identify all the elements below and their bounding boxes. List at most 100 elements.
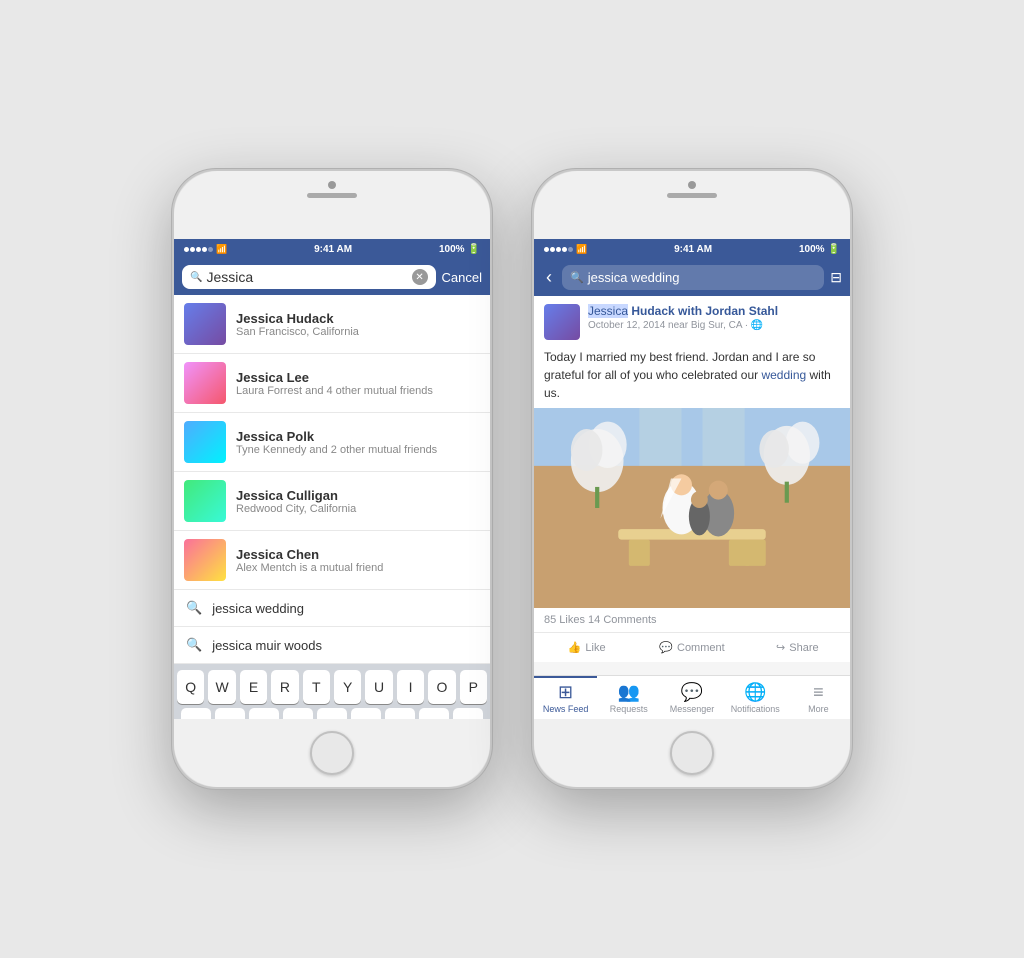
keyboard-row-1: Q W E R T Y U I O P xyxy=(177,670,487,704)
post-card: Jessica Hudack with Jordan Stahl October… xyxy=(534,296,850,662)
search-bar: 🔍 Jessica ✕ Cancel xyxy=(174,259,490,295)
dot3 xyxy=(196,247,201,252)
post-body: Today I married my best friend. Jordan a… xyxy=(534,344,850,408)
comment-button[interactable]: 💬 Comment xyxy=(639,637,744,658)
status-signal: 📶 xyxy=(184,244,227,255)
key-y[interactable]: Y xyxy=(334,670,361,704)
result-info: Jessica Hudack San Francisco, California xyxy=(236,311,359,338)
filter-icon[interactable]: ⊟ xyxy=(830,269,842,286)
list-item[interactable]: Jessica Lee Laura Forrest and 4 other mu… xyxy=(174,354,490,413)
key-q[interactable]: Q xyxy=(177,670,204,704)
back-button[interactable]: ‹ xyxy=(542,267,556,288)
wifi-icon: 📶 xyxy=(216,244,227,255)
post-actions: 👍 Like 💬 Comment ↪ Share xyxy=(534,633,850,662)
avatar xyxy=(184,303,226,345)
dot4 xyxy=(202,247,207,252)
status-time-left: 9:41 AM xyxy=(314,244,352,255)
search-query-text[interactable]: Jessica xyxy=(206,269,407,285)
phone-bottom-bar-right xyxy=(534,719,850,787)
wedding-svg xyxy=(534,408,850,608)
nav-item-notifications[interactable]: 🌐 Notifications xyxy=(724,676,787,719)
nav-active-indicator xyxy=(534,676,597,678)
result-name: Jessica Chen xyxy=(236,547,383,562)
rdot3 xyxy=(556,247,561,252)
key-r[interactable]: R xyxy=(271,670,298,704)
nav-item-messenger[interactable]: 💬 Messenger xyxy=(660,676,723,719)
messenger-label: Messenger xyxy=(670,704,715,714)
key-t[interactable]: T xyxy=(303,670,330,704)
key-j[interactable]: J xyxy=(385,708,415,719)
post-stats: 85 Likes 14 Comments xyxy=(534,608,850,633)
list-item[interactable]: Jessica Culligan Redwood City, Californi… xyxy=(174,472,490,531)
camera-left xyxy=(328,181,336,189)
post-area: Jessica Hudack with Jordan Stahl October… xyxy=(534,296,850,675)
like-button[interactable]: 👍 Like xyxy=(534,637,639,658)
signal-dots-right xyxy=(544,247,573,252)
phone-screen-left: 📶 9:41 AM 100% 🔋 🔍 Jessica ✕ Cancel Jess… xyxy=(174,239,490,719)
result-sub: Redwood City, California xyxy=(236,503,356,515)
keyboard: Q W E R T Y U I O P A S D F G H xyxy=(174,664,490,719)
key-h[interactable]: H xyxy=(351,708,381,719)
newsfeed-icon: ⊞ xyxy=(558,682,573,703)
fb-search-icon: 🔍 xyxy=(570,271,584,284)
key-o[interactable]: O xyxy=(428,670,455,704)
fb-search-input-wrap[interactable]: 🔍 jessica wedding xyxy=(562,265,824,290)
search-results-list: Jessica Hudack San Francisco, California… xyxy=(174,295,490,719)
result-sub: Tyne Kennedy and 2 other mutual friends xyxy=(236,444,437,456)
rdot5 xyxy=(568,247,573,252)
key-g[interactable]: G xyxy=(317,708,347,719)
cancel-button[interactable]: Cancel xyxy=(442,270,482,285)
search-input-wrap[interactable]: 🔍 Jessica ✕ xyxy=(182,265,436,289)
search-clear-button[interactable]: ✕ xyxy=(412,269,428,285)
key-s[interactable]: S xyxy=(215,708,245,719)
key-e[interactable]: E xyxy=(240,670,267,704)
key-d[interactable]: D xyxy=(249,708,279,719)
fb-search-query: jessica wedding xyxy=(588,270,817,285)
status-signal-right: 📶 xyxy=(544,244,587,255)
keyboard-row-2: A S D F G H J K L xyxy=(177,708,487,719)
battery-icon-left: 🔋 xyxy=(468,244,480,255)
dot2 xyxy=(190,247,195,252)
nav-item-newsfeed[interactable]: ⊞ News Feed xyxy=(534,676,597,719)
speaker-right xyxy=(667,193,717,198)
post-link-wedding[interactable]: wedding xyxy=(761,368,806,382)
result-info: Jessica Lee Laura Forrest and 4 other mu… xyxy=(236,370,433,397)
avatar xyxy=(184,421,226,463)
share-button[interactable]: ↪ Share xyxy=(745,637,850,658)
nav-item-more[interactable]: ≡ More xyxy=(787,676,850,719)
suggestion-item[interactable]: 🔍 jessica wedding xyxy=(174,590,490,627)
key-u[interactable]: U xyxy=(365,670,392,704)
search-suggestion-icon: 🔍 xyxy=(186,600,202,616)
list-item[interactable]: Jessica Polk Tyne Kennedy and 2 other mu… xyxy=(174,413,490,472)
signal-dots xyxy=(184,247,213,252)
home-button-left[interactable] xyxy=(310,731,354,775)
like-label: Like xyxy=(585,642,605,654)
key-l[interactable]: L xyxy=(453,708,483,719)
post-date: October 12, 2014 near Big Sur, CA · 🌐 xyxy=(588,320,840,331)
post-author-avatar[interactable] xyxy=(544,304,580,340)
key-p[interactable]: P xyxy=(460,670,487,704)
avatar xyxy=(184,480,226,522)
post-info: Jessica Hudack with Jordan Stahl October… xyxy=(588,304,840,331)
nav-item-requests[interactable]: 👥 Requests xyxy=(597,676,660,719)
more-label: More xyxy=(808,704,829,714)
battery-icon-right: 🔋 xyxy=(828,244,840,255)
status-battery-right: 100% 🔋 xyxy=(799,244,840,255)
key-i[interactable]: I xyxy=(397,670,424,704)
result-name: Jessica Culligan xyxy=(236,488,356,503)
list-item[interactable]: Jessica Hudack San Francisco, California xyxy=(174,295,490,354)
share-label: Share xyxy=(789,642,818,654)
speaker-left xyxy=(307,193,357,198)
key-k[interactable]: K xyxy=(419,708,449,719)
key-w[interactable]: W xyxy=(208,670,235,704)
search-suggestion-icon: 🔍 xyxy=(186,637,202,653)
post-author-name[interactable]: Jessica Hudack with Jordan Stahl xyxy=(588,304,840,320)
list-item[interactable]: Jessica Chen Alex Mentch is a mutual fri… xyxy=(174,531,490,590)
key-a[interactable]: A xyxy=(181,708,211,719)
key-f[interactable]: F xyxy=(283,708,313,719)
post-wedding-image xyxy=(534,408,850,608)
suggestion-item[interactable]: 🔍 jessica muir woods xyxy=(174,627,490,664)
comment-icon: 💬 xyxy=(659,641,673,654)
result-sub: Laura Forrest and 4 other mutual friends xyxy=(236,385,433,397)
home-button-right[interactable] xyxy=(670,731,714,775)
